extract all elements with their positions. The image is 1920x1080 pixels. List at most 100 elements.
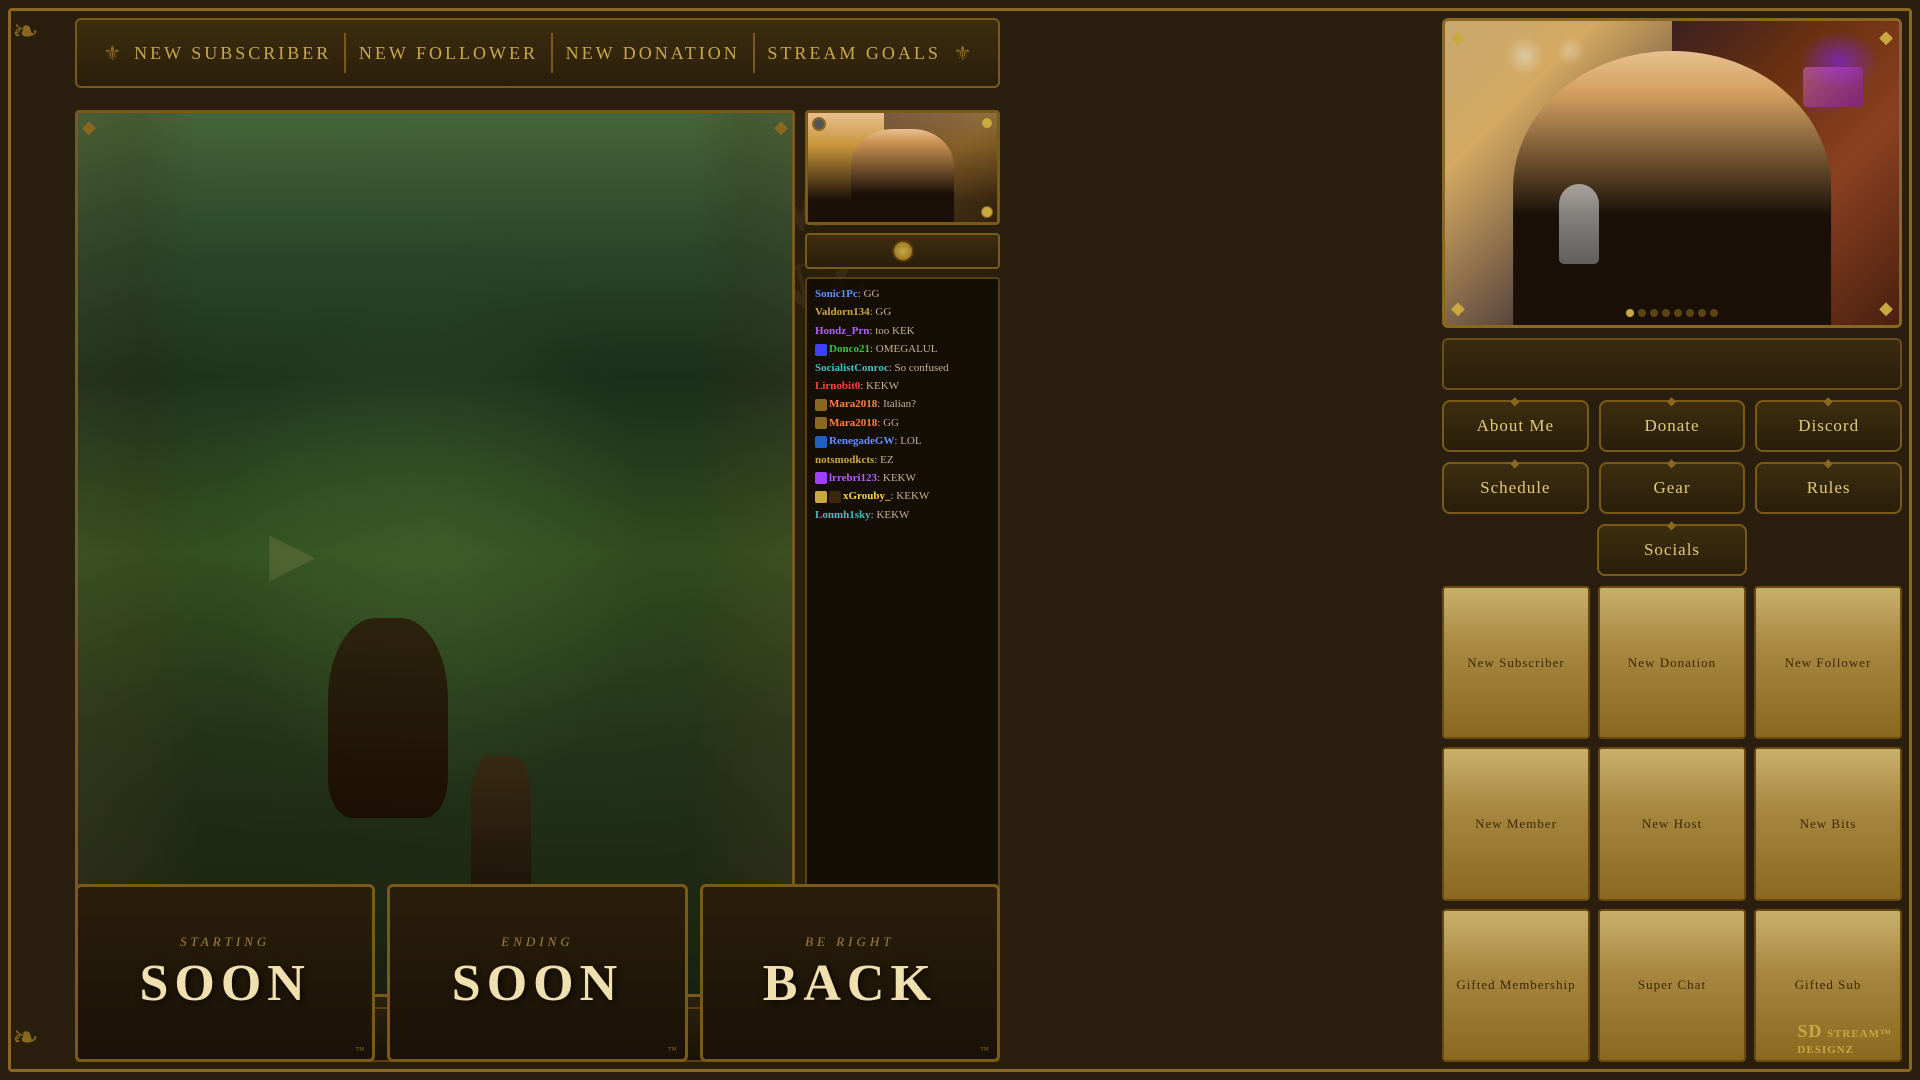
discord-button[interactable]: Discord <box>1755 400 1902 452</box>
chat-line-6: Lirnobit0: KEKW <box>815 379 990 394</box>
chat-icon <box>892 240 914 262</box>
game-viewport: ▶ ◆ ◆ ◆ ◆ ❧ <box>75 110 795 997</box>
alert-panel-new-bits[interactable]: New Bits <box>1754 747 1902 900</box>
chat-text-11: : KEKW <box>877 472 916 484</box>
alert-panel-new-donation[interactable]: New Donation <box>1598 586 1746 739</box>
webcam-main-bg <box>1445 21 1899 325</box>
webcam-dots <box>1626 309 1718 317</box>
scene-starting-tm: ™ <box>356 1045 365 1055</box>
game-corner-tl: ◆ <box>82 117 96 138</box>
chat-user-2: Valdorn134 <box>815 306 870 318</box>
webcam-light-1 <box>1505 36 1545 76</box>
webcam-light-2 <box>1555 36 1585 66</box>
schedule-button[interactable]: Schedule <box>1442 462 1589 514</box>
bottom-scenes: STARTING SOON ™ ENDING SOON ™ BE RIGHT B… <box>75 884 1000 1062</box>
chat-text-4: : OMEGALUL <box>870 343 938 355</box>
chat-user-12: xGrouby_ <box>843 490 890 502</box>
play-icon[interactable]: ▶ <box>269 519 315 589</box>
chat-line-11: lrrebri123: KEKW <box>815 471 990 486</box>
chat-line-9: RenegadeGW: LOL <box>815 434 990 449</box>
scene-brb-main: BACK <box>763 954 937 1013</box>
chat-text-6: : KEKW <box>860 380 899 392</box>
chat-text-3: : too KEK <box>869 325 914 337</box>
text-input-bar[interactable] <box>1442 338 1902 390</box>
chat-line-2: Valdorn134: GG <box>815 305 990 320</box>
alert-divider-3 <box>753 33 755 73</box>
alert-stream-goals[interactable]: Stream Goals <box>767 43 941 64</box>
chat-user-7: Mara2018 <box>829 398 877 410</box>
chat-badge-9 <box>815 436 827 448</box>
scene-ending-tm: ™ <box>668 1045 677 1055</box>
webcam-dot-3 <box>1650 309 1658 317</box>
alert-panel-new-subscriber[interactable]: New Subscriber <box>1442 586 1590 739</box>
chat-text-5: : So confused <box>889 362 949 374</box>
scene-starting-label: STARTING <box>180 934 270 950</box>
alert-panels-grid: New Subscriber New Donation New Follower… <box>1442 586 1902 1062</box>
alert-divider-1 <box>344 33 346 73</box>
webcam-main: ◆ ◆ ◆ ◆ <box>1442 18 1902 328</box>
chat-user-6: Lirnobit0 <box>815 380 860 392</box>
scene-brb-label: BE RIGHT <box>805 934 894 950</box>
gear-button[interactable]: Gear <box>1599 462 1746 514</box>
webcam-small-bg <box>808 113 997 222</box>
nav-buttons-row3: Socials <box>1442 524 1902 576</box>
webcam-dot-4 <box>1662 309 1670 317</box>
scene-brb[interactable]: BE RIGHT BACK ™ <box>700 884 1000 1062</box>
chat-badge-12a <box>815 491 827 503</box>
socials-button[interactable]: Socials <box>1597 524 1747 576</box>
chat-line-8: Mara2018: GG <box>815 416 990 431</box>
webcam-small-badge2 <box>981 206 993 218</box>
webcam-small-indicator <box>812 117 826 131</box>
nav-buttons-row2: Schedule Gear Rules <box>1442 462 1902 514</box>
webcam-small-badge <box>981 117 993 129</box>
alert-new-follower[interactable]: New Follower <box>359 43 538 64</box>
chat-line-4: Donco21: OMEGALUL <box>815 342 990 357</box>
chat-text-1: : GG <box>858 288 880 300</box>
chat-line-3: Hondz_Prn: too KEK <box>815 324 990 339</box>
game-bg: ▶ <box>78 113 792 994</box>
right-panel: ◆ ◆ ◆ ◆ About Me Donate Discord <box>1442 18 1902 1062</box>
chat-line-12: xGrouby_: KEKW <box>815 489 990 504</box>
alert-divider-2 <box>551 33 553 73</box>
alert-panel-new-follower[interactable]: New Follower <box>1754 586 1902 739</box>
webcam-corner-tr: ◆ <box>1879 27 1893 48</box>
alert-panel-new-host[interactable]: New Host <box>1598 747 1746 900</box>
chat-text-7: : Italian? <box>877 398 916 410</box>
chat-badge-11 <box>815 472 827 484</box>
alert-new-donation[interactable]: New Donation <box>566 43 740 64</box>
chat-icon-bar <box>805 233 1000 269</box>
alert-new-subscriber[interactable]: New Subscriber <box>134 43 331 64</box>
chat-user-13: Lonmh1sky <box>815 509 871 521</box>
webcam-dot-5 <box>1674 309 1682 317</box>
sd-logo: SD STREAM™DESIGNZ <box>1797 1021 1892 1058</box>
scene-starting-main: SOON <box>139 954 310 1013</box>
chat-line-10: notsmodkcts: EZ <box>815 453 990 468</box>
chat-text-9: : LOL <box>894 435 921 447</box>
alert-panel-gifted-membership[interactable]: Gifted Membership <box>1442 909 1590 1062</box>
chat-text-8: : GG <box>877 417 899 429</box>
donate-button[interactable]: Donate <box>1599 400 1746 452</box>
chat-line-13: Lonmh1sky: KEKW <box>815 508 990 523</box>
webcam-small <box>805 110 1000 225</box>
webcam-main-person <box>1513 51 1831 325</box>
webcam-dot-1 <box>1626 309 1634 317</box>
alert-bar: ⚜ New Subscriber New Follower New Donati… <box>75 18 1000 88</box>
webcam-dot-8 <box>1710 309 1718 317</box>
scene-starting-soon[interactable]: STARTING SOON ™ <box>75 884 375 1062</box>
rules-button[interactable]: Rules <box>1755 462 1902 514</box>
chat-user-11: lrrebri123 <box>829 472 877 484</box>
chat-text-12: : KEKW <box>890 490 929 502</box>
chat-text-13: : KEKW <box>871 509 910 521</box>
webcam-dot-2 <box>1638 309 1646 317</box>
webcam-microphone <box>1559 184 1599 264</box>
chat-line-7: Mara2018: Italian? <box>815 397 990 412</box>
chat-text-2: : GG <box>870 306 892 318</box>
game-corner-tr: ◆ <box>774 117 788 138</box>
about-me-button[interactable]: About Me <box>1442 400 1589 452</box>
alert-panel-super-chat[interactable]: Super Chat <box>1598 909 1746 1062</box>
sd-logo-icon: SD <box>1797 1021 1822 1041</box>
scene-ending-soon[interactable]: ENDING SOON ™ <box>387 884 687 1062</box>
chat-text-10: : EZ <box>874 454 893 466</box>
chat-user-1: Sonic1Pc <box>815 288 858 300</box>
alert-panel-new-member[interactable]: New Member <box>1442 747 1590 900</box>
